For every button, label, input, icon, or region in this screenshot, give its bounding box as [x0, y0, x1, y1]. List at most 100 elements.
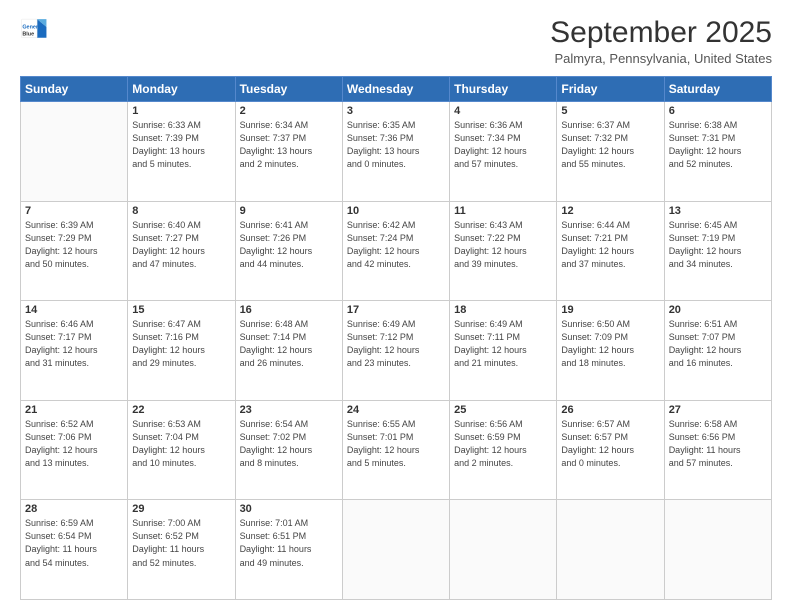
day-info: Sunrise: 6:48 AMSunset: 7:14 PMDaylight:… — [240, 318, 338, 370]
calendar-table: SundayMondayTuesdayWednesdayThursdayFrid… — [20, 76, 772, 600]
day-info: Sunrise: 6:46 AMSunset: 7:17 PMDaylight:… — [25, 318, 123, 370]
day-info: Sunrise: 6:33 AMSunset: 7:39 PMDaylight:… — [132, 119, 230, 171]
day-number: 25 — [454, 404, 552, 416]
logo-icon: General Blue — [20, 16, 48, 44]
day-cell: 26 Sunrise: 6:57 AMSunset: 6:57 PMDayligh… — [557, 400, 664, 500]
day-info: Sunrise: 6:53 AMSunset: 7:04 PMDaylight:… — [132, 418, 230, 470]
day-number: 7 — [25, 205, 123, 217]
col-header-tuesday: Tuesday — [235, 77, 342, 102]
day-info: Sunrise: 6:58 AMSunset: 6:56 PMDaylight:… — [669, 418, 767, 470]
day-number: 6 — [669, 105, 767, 117]
day-info: Sunrise: 6:45 AMSunset: 7:19 PMDaylight:… — [669, 219, 767, 271]
day-number: 12 — [561, 205, 659, 217]
col-header-sunday: Sunday — [21, 77, 128, 102]
header: General Blue September 2025 Palmyra, Pen… — [20, 16, 772, 66]
day-number: 2 — [240, 105, 338, 117]
day-cell: 25 Sunrise: 6:56 AMSunset: 6:59 PMDayligh… — [450, 400, 557, 500]
day-number: 21 — [25, 404, 123, 416]
day-info: Sunrise: 6:49 AMSunset: 7:11 PMDaylight:… — [454, 318, 552, 370]
day-cell: 29Sunrise: 7:00 AMSunset: 6:52 PMDayligh… — [128, 500, 235, 600]
day-cell: 5 Sunrise: 6:37 AMSunset: 7:32 PMDaylight… — [557, 102, 664, 202]
week-row-1: 1 Sunrise: 6:33 AMSunset: 7:39 PMDaylight… — [21, 102, 772, 202]
day-number: 13 — [669, 205, 767, 217]
day-cell: 9 Sunrise: 6:41 AMSunset: 7:26 PMDaylight… — [235, 201, 342, 301]
day-number: 26 — [561, 404, 659, 416]
day-number: 14 — [25, 304, 123, 316]
week-row-2: 7 Sunrise: 6:39 AMSunset: 7:29 PMDaylight… — [21, 201, 772, 301]
day-number: 17 — [347, 304, 445, 316]
day-number: 30 — [240, 503, 338, 515]
day-number: 16 — [240, 304, 338, 316]
logo: General Blue — [20, 16, 48, 44]
day-cell: 28 Sunrise: 6:59 AMSunset: 6:54 PMDayligh… — [21, 500, 128, 600]
day-number: 9 — [240, 205, 338, 217]
day-cell: 2 Sunrise: 6:34 AMSunset: 7:37 PMDaylight… — [235, 102, 342, 202]
col-header-wednesday: Wednesday — [342, 77, 449, 102]
title-block: September 2025 Palmyra, Pennsylvania, Un… — [550, 16, 772, 66]
day-info: Sunrise: 6:39 AMSunset: 7:29 PMDaylight:… — [25, 219, 123, 271]
day-info: Sunrise: 6:52 AMSunset: 7:06 PMDaylight:… — [25, 418, 123, 470]
day-info: Sunrise: 6:49 AMSunset: 7:12 PMDaylight:… — [347, 318, 445, 370]
day-cell: 21 Sunrise: 6:52 AMSunset: 7:06 PMDayligh… — [21, 400, 128, 500]
day-cell: 19 Sunrise: 6:50 AMSunset: 7:09 PMDayligh… — [557, 301, 664, 401]
day-number: 29 — [132, 503, 230, 515]
day-info: Sunrise: 6:36 AMSunset: 7:34 PMDaylight:… — [454, 119, 552, 171]
day-number: 18 — [454, 304, 552, 316]
day-cell — [450, 500, 557, 600]
day-number: 10 — [347, 205, 445, 217]
day-cell: 20 Sunrise: 6:51 AMSunset: 7:07 PMDayligh… — [664, 301, 771, 401]
day-number: 3 — [347, 105, 445, 117]
day-info: Sunrise: 6:41 AMSunset: 7:26 PMDaylight:… — [240, 219, 338, 271]
svg-text:General: General — [22, 24, 43, 30]
day-info: Sunrise: 6:51 AMSunset: 7:07 PMDaylight:… — [669, 318, 767, 370]
day-cell: 6Sunrise: 6:38 AMSunset: 7:31 PMDaylight… — [664, 102, 771, 202]
col-header-friday: Friday — [557, 77, 664, 102]
day-info: Sunrise: 6:59 AMSunset: 6:54 PMDaylight:… — [25, 517, 123, 569]
day-number: 1 — [132, 105, 230, 117]
day-info: Sunrise: 6:54 AMSunset: 7:02 PMDaylight:… — [240, 418, 338, 470]
day-info: Sunrise: 7:01 AMSunset: 6:51 PMDaylight:… — [240, 517, 338, 569]
day-number: 20 — [669, 304, 767, 316]
day-number: 11 — [454, 205, 552, 217]
svg-text:Blue: Blue — [22, 31, 34, 37]
day-number: 8 — [132, 205, 230, 217]
subtitle: Palmyra, Pennsylvania, United States — [550, 51, 772, 66]
day-info: Sunrise: 6:57 AMSunset: 6:57 PMDaylight:… — [561, 418, 659, 470]
day-number: 19 — [561, 304, 659, 316]
day-cell: 3Sunrise: 6:35 AMSunset: 7:36 PMDaylight… — [342, 102, 449, 202]
day-number: 4 — [454, 105, 552, 117]
day-cell: 22 Sunrise: 6:53 AMSunset: 7:04 PMDayligh… — [128, 400, 235, 500]
day-cell: 8 Sunrise: 6:40 AMSunset: 7:27 PMDaylight… — [128, 201, 235, 301]
header-row: SundayMondayTuesdayWednesdayThursdayFrid… — [21, 77, 772, 102]
day-info: Sunrise: 6:50 AMSunset: 7:09 PMDaylight:… — [561, 318, 659, 370]
day-cell: 13 Sunrise: 6:45 AMSunset: 7:19 PMDayligh… — [664, 201, 771, 301]
week-row-5: 28 Sunrise: 6:59 AMSunset: 6:54 PMDayligh… — [21, 500, 772, 600]
main-title: September 2025 — [550, 16, 772, 49]
day-info: Sunrise: 6:37 AMSunset: 7:32 PMDaylight:… — [561, 119, 659, 171]
day-info: Sunrise: 6:47 AMSunset: 7:16 PMDaylight:… — [132, 318, 230, 370]
week-row-3: 14 Sunrise: 6:46 AMSunset: 7:17 PMDayligh… — [21, 301, 772, 401]
day-cell: 24Sunrise: 6:55 AMSunset: 7:01 PMDayligh… — [342, 400, 449, 500]
day-cell: 7 Sunrise: 6:39 AMSunset: 7:29 PMDaylight… — [21, 201, 128, 301]
day-cell — [21, 102, 128, 202]
day-info: Sunrise: 6:34 AMSunset: 7:37 PMDaylight:… — [240, 119, 338, 171]
day-info: Sunrise: 6:43 AMSunset: 7:22 PMDaylight:… — [454, 219, 552, 271]
day-info: Sunrise: 6:56 AMSunset: 6:59 PMDaylight:… — [454, 418, 552, 470]
day-info: Sunrise: 6:55 AMSunset: 7:01 PMDaylight:… — [347, 418, 445, 470]
day-info: Sunrise: 6:40 AMSunset: 7:27 PMDaylight:… — [132, 219, 230, 271]
day-cell: 23 Sunrise: 6:54 AMSunset: 7:02 PMDayligh… — [235, 400, 342, 500]
day-cell: 1 Sunrise: 6:33 AMSunset: 7:39 PMDaylight… — [128, 102, 235, 202]
day-number: 5 — [561, 105, 659, 117]
day-cell: 18 Sunrise: 6:49 AMSunset: 7:11 PMDayligh… — [450, 301, 557, 401]
day-info: Sunrise: 6:42 AMSunset: 7:24 PMDaylight:… — [347, 219, 445, 271]
day-number: 22 — [132, 404, 230, 416]
day-number: 27 — [669, 404, 767, 416]
day-number: 23 — [240, 404, 338, 416]
day-info: Sunrise: 6:44 AMSunset: 7:21 PMDaylight:… — [561, 219, 659, 271]
day-number: 28 — [25, 503, 123, 515]
day-cell — [557, 500, 664, 600]
day-cell: 14 Sunrise: 6:46 AMSunset: 7:17 PMDayligh… — [21, 301, 128, 401]
day-cell: 10 Sunrise: 6:42 AMSunset: 7:24 PMDayligh… — [342, 201, 449, 301]
day-cell: 15Sunrise: 6:47 AMSunset: 7:16 PMDayligh… — [128, 301, 235, 401]
day-cell — [664, 500, 771, 600]
